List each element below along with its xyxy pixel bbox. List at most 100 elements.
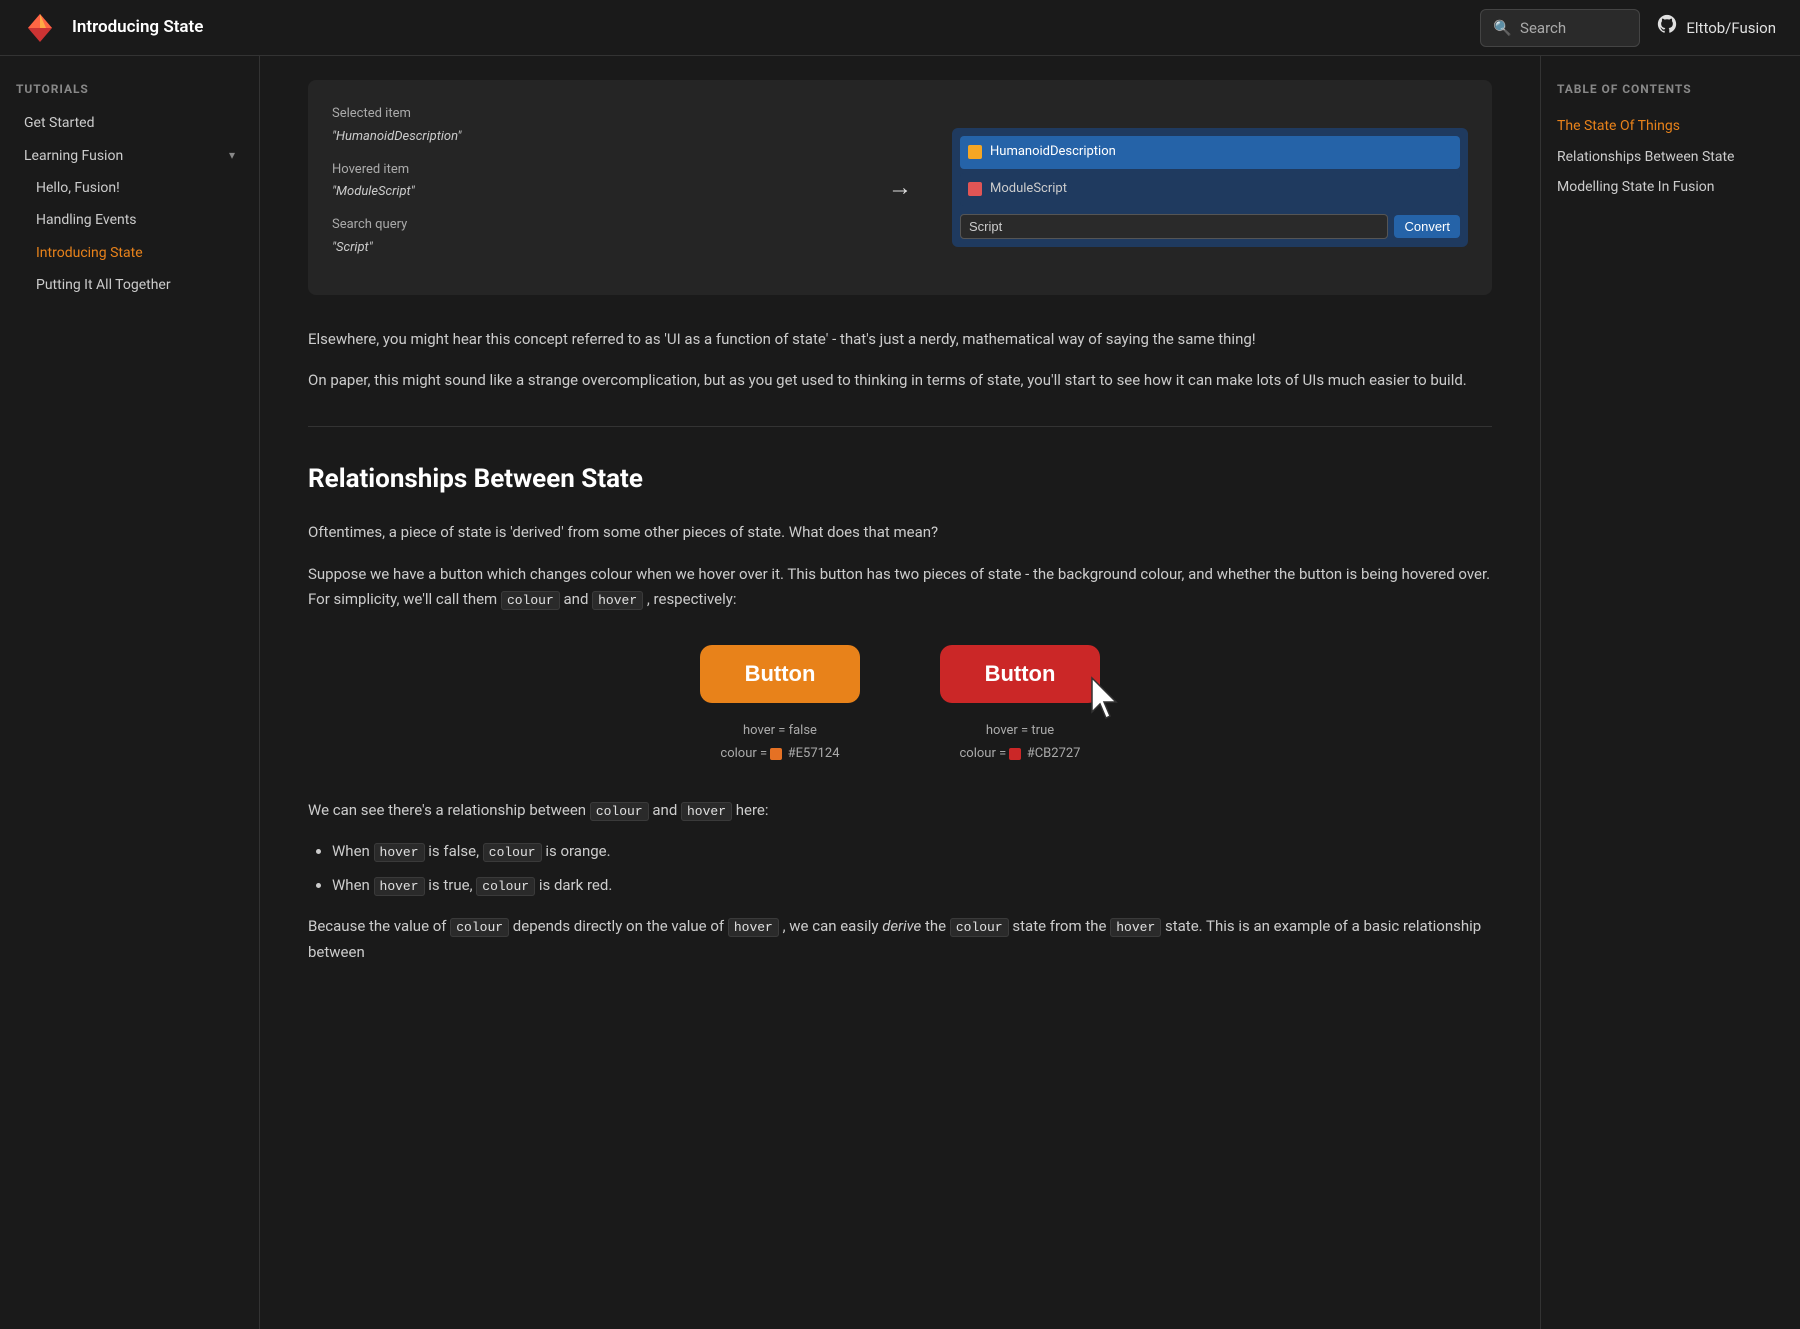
- para6-end: the: [925, 917, 950, 935]
- sidebar-item-hello-fusion[interactable]: Hello, Fusion!: [28, 172, 243, 204]
- search-icon: 🔍: [1493, 16, 1512, 40]
- code-colour4: colour: [950, 918, 1009, 937]
- module-icon: [968, 182, 982, 196]
- para-overcomplication: On paper, this might sound like a strang…: [308, 368, 1492, 394]
- demo-search-input[interactable]: [960, 214, 1388, 239]
- main-content: Selected item "HumanoidDescription" Hove…: [260, 56, 1540, 1329]
- list-item-true-prefix: When: [332, 876, 374, 894]
- demo-search-value: "Script": [332, 238, 848, 259]
- toc-item-relationships[interactable]: Relationships Between State: [1557, 142, 1784, 172]
- demo-hovered-label: Hovered item: [332, 160, 848, 181]
- sidebar-left: Tutorials Get Started Learning Fusion ▾ …: [0, 56, 260, 1329]
- para-derive: Because the value of colour depends dire…: [308, 914, 1492, 965]
- para4-and: and: [564, 590, 593, 608]
- search-button[interactable]: 🔍 Search: [1480, 9, 1640, 47]
- convert-button[interactable]: Convert: [1394, 215, 1460, 238]
- sidebar-item-putting-it-all-together[interactable]: Putting It All Together: [28, 269, 243, 301]
- para5-end: here:: [736, 801, 769, 819]
- para6-mid2: , we can easily: [783, 917, 879, 935]
- header-title: Introducing State: [72, 14, 203, 41]
- para6-start: Because the value of: [308, 917, 447, 935]
- code-colour-true: colour: [476, 877, 535, 896]
- demo-hovered-item: Hovered item "ModuleScript": [332, 160, 848, 204]
- demo-ui-row-module-label: ModuleScript: [990, 179, 1067, 200]
- btn-left-state-info: hover = false colour = #E57124: [720, 719, 839, 766]
- sidebar-group-label: Learning Fusion: [24, 145, 123, 167]
- btn-left-hover-state: hover = false: [720, 719, 839, 742]
- button-demo-section: Button hover = false colour = #E57124 Bu…: [308, 645, 1492, 766]
- github-link[interactable]: Elttob/Fusion: [1656, 13, 1776, 42]
- code-hover2: hover: [681, 802, 732, 821]
- button-not-hovered[interactable]: Button: [700, 645, 860, 703]
- toc-item-state-of-things[interactable]: The State Of Things: [1557, 111, 1784, 141]
- demo-left-panel: Selected item "HumanoidDescription" Hove…: [332, 104, 848, 271]
- github-label: Elttob/Fusion: [1686, 16, 1776, 40]
- chevron-down-icon: ▾: [229, 146, 235, 165]
- humanoid-icon: [968, 145, 982, 159]
- btn-right-colour-info: colour = #CB2727: [960, 742, 1081, 765]
- demo-box: Selected item "HumanoidDescription" Hove…: [308, 80, 1492, 295]
- code-hover: hover: [592, 591, 643, 610]
- para5-and: and: [652, 801, 681, 819]
- demo-selected-label: Selected item: [332, 104, 848, 125]
- demo-search-label: Search query: [332, 215, 848, 236]
- para-relationship: We can see there's a relationship betwee…: [308, 798, 1492, 824]
- page-layout: Tutorials Get Started Learning Fusion ▾ …: [0, 56, 1800, 1329]
- sidebar-group-header-learning-fusion[interactable]: Learning Fusion ▾: [16, 140, 243, 172]
- button-demo-not-hovered: Button hover = false colour = #E57124: [700, 645, 860, 766]
- demo-ui-row-module: ModuleScript: [960, 173, 1460, 206]
- code-hover4: hover: [1110, 918, 1161, 937]
- para4-text: Suppose we have a button which changes c…: [308, 565, 1490, 609]
- demo-right-panel: HumanoidDescription ModuleScript Convert: [952, 128, 1468, 247]
- toc-item-modelling[interactable]: Modelling State In Fusion: [1557, 172, 1784, 202]
- btn-left-colour-info: colour = #E57124: [720, 742, 839, 765]
- para6-mid-text: depends directly on the value of: [513, 917, 724, 935]
- relationship-list: When hover is false, colour is orange. W…: [332, 839, 1492, 898]
- code-hover3: hover: [728, 918, 779, 937]
- para5-start: We can see there's a relationship betwee…: [308, 801, 586, 819]
- para4-respectively: , respectively:: [647, 590, 737, 608]
- section-relationships-heading: Relationships Between State: [308, 459, 1492, 501]
- btn-left-colour-swatch: [770, 748, 782, 760]
- code-colour-false: colour: [483, 843, 542, 862]
- demo-hovered-value: "ModuleScript": [332, 182, 848, 203]
- github-icon: [1656, 13, 1678, 42]
- sidebar-item-handling-events[interactable]: Handling Events: [28, 204, 243, 236]
- demo-search-query: Search query "Script": [332, 215, 848, 259]
- btn-left-colour-label: colour =: [720, 746, 767, 761]
- header: Introducing State 🔍 Search Elttob/Fusion: [0, 0, 1800, 56]
- sidebar-item-get-started[interactable]: Get Started: [16, 107, 243, 139]
- code-hover-true: hover: [374, 877, 425, 896]
- button-demo-hovered: Button hover = true colour = #CB2727: [940, 645, 1100, 766]
- list-item-true: When hover is true, colour is dark red.: [332, 873, 1492, 899]
- sidebar-right: Table of contents The State Of Things Re…: [1540, 56, 1800, 1329]
- demo-ui-row-humanoid: HumanoidDescription: [960, 136, 1460, 169]
- search-label: Search: [1520, 16, 1566, 40]
- para-button-state: Suppose we have a button which changes c…: [308, 562, 1492, 613]
- code-colour2: colour: [590, 802, 649, 821]
- btn-right-state-info: hover = true colour = #CB2727: [960, 719, 1081, 766]
- btn-right-colour-label: colour =: [960, 746, 1007, 761]
- para-derived: Oftentimes, a piece of state is 'derived…: [308, 520, 1492, 546]
- sidebar-children-learning-fusion: Hello, Fusion! Handling Events Introduci…: [16, 172, 243, 302]
- italic-derive: derive: [882, 917, 921, 935]
- list-item-false-prefix: When: [332, 842, 374, 860]
- code-colour3: colour: [450, 918, 509, 937]
- para-ui-as-function: Elsewhere, you might hear this concept r…: [308, 327, 1492, 353]
- demo-arrow-icon: →: [888, 168, 912, 206]
- list-item-true-suffix: is dark red.: [539, 876, 612, 894]
- button-hovered[interactable]: Button: [940, 645, 1100, 703]
- list-item-true-mid: is true,: [428, 876, 476, 894]
- sidebar-item-introducing-state[interactable]: Introducing State: [28, 237, 243, 269]
- btn-right-colour-value: #CB2727: [1027, 746, 1081, 761]
- btn-right-colour-swatch: [1009, 748, 1021, 760]
- toc-title: Table of contents: [1557, 80, 1784, 99]
- sidebar-group-learning-fusion: Learning Fusion ▾ Hello, Fusion! Handlin…: [16, 140, 243, 302]
- demo-search-row: Convert: [960, 214, 1460, 239]
- btn-left-colour-value: #E57124: [788, 746, 840, 761]
- list-item-false-mid: is false,: [428, 842, 483, 860]
- list-item-false-suffix: is orange.: [545, 842, 610, 860]
- demo-selected-item: Selected item "HumanoidDescription": [332, 104, 848, 148]
- demo-selected-value: "HumanoidDescription": [332, 127, 848, 148]
- sidebar-section-label: Tutorials: [16, 80, 243, 99]
